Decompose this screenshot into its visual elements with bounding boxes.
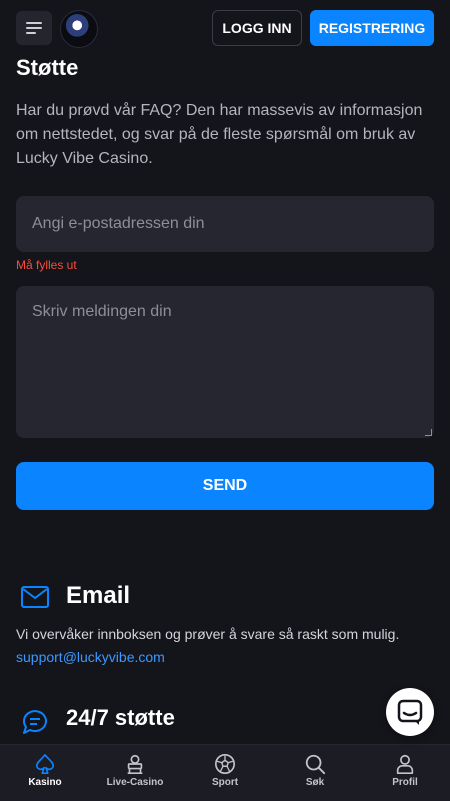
chat-bubbles-icon	[23, 710, 47, 734]
support-email-link[interactable]: support@luckyvibe.com	[16, 649, 165, 665]
soccer-ball-icon	[215, 754, 235, 774]
nav-label-sport: Sport	[211, 777, 239, 788]
nav-label-kasino: Kasino	[28, 777, 62, 788]
nav-label-profile: Profil	[392, 777, 418, 788]
nav-label-search: Søk	[305, 777, 325, 788]
chat-icon	[397, 699, 423, 725]
spade-icon	[35, 754, 55, 774]
user-icon	[396, 754, 414, 774]
support-intro: Har du prøvd vår FAQ? Den har massevis a…	[16, 102, 423, 167]
message-field[interactable]: Skriv meldingen din	[16, 286, 434, 438]
page-title: Støtte	[16, 55, 79, 80]
register-button[interactable]: REGISTRERING	[310, 10, 434, 46]
nav-item-kasino[interactable]: Kasino	[0, 745, 90, 801]
nav-item-sport[interactable]: Sport	[180, 745, 270, 801]
top-bar: LOGG INN REGISTRERING	[0, 0, 450, 56]
message-placeholder: Skriv meldingen din	[32, 303, 172, 320]
casino-logo[interactable]	[60, 10, 98, 48]
menu-button[interactable]	[16, 11, 52, 45]
email-field[interactable]: Angi e-postadressen din	[16, 196, 434, 252]
search-icon	[305, 754, 326, 775]
send-button[interactable]: SEND	[16, 462, 434, 510]
nav-item-profile[interactable]: Profil	[360, 745, 450, 801]
email-placeholder: Angi e-postadressen din	[32, 215, 205, 232]
resize-handle[interactable]	[425, 429, 432, 436]
email-error: Må fylles ut	[16, 258, 77, 272]
live-chat-button[interactable]	[386, 688, 434, 736]
nav-item-live-casino[interactable]: Live-Casino	[90, 745, 180, 801]
dealer-icon	[127, 754, 143, 774]
support-247-heading: 24/7 støtte	[66, 705, 175, 730]
login-button[interactable]: LOGG INN	[212, 10, 302, 46]
nav-label-live-casino: Live-Casino	[106, 777, 164, 788]
envelope-icon	[21, 586, 49, 608]
email-heading: Email	[66, 582, 131, 609]
nav-item-search[interactable]: Søk	[270, 745, 360, 801]
email-description: Vi overvåker innboksen og prøver å svare…	[16, 626, 400, 642]
bottom-navigation: Kasino Live-Casino Sport Søk Profil	[0, 744, 450, 801]
